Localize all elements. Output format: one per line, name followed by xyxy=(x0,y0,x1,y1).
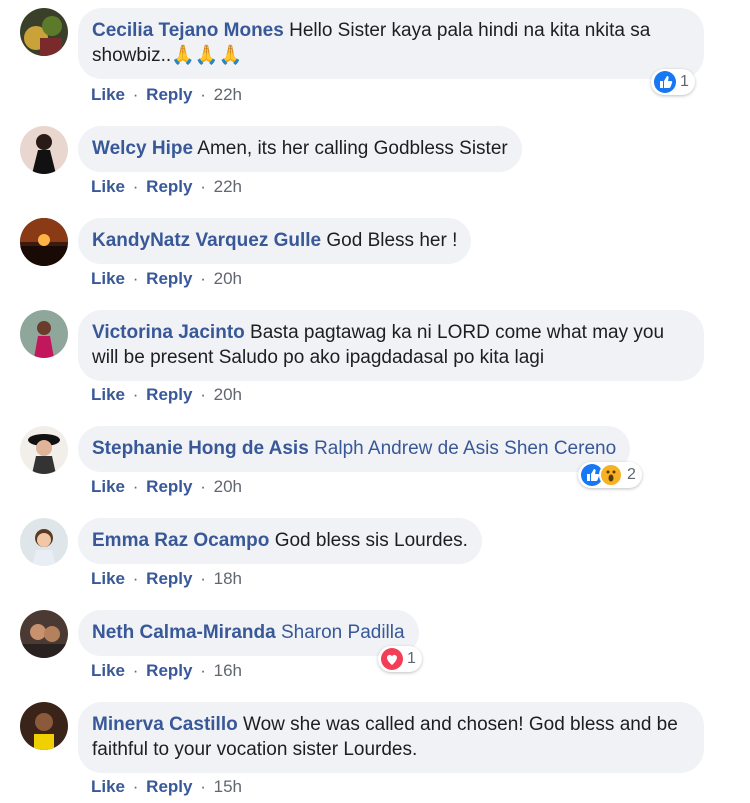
separator: · xyxy=(200,477,206,496)
like-link[interactable]: Like xyxy=(91,477,125,496)
comment-bubble: KandyNatz Varquez Gulle God Bless her ! xyxy=(78,218,472,264)
wow-icon xyxy=(599,463,623,487)
comment-author[interactable]: KandyNatz Varquez Gulle xyxy=(92,230,321,251)
comment-actions: Like · Reply · 20h xyxy=(91,269,242,289)
reply-link[interactable]: Reply xyxy=(146,477,192,496)
comment-author[interactable]: Cecilia Tejano Mones xyxy=(92,20,284,41)
reply-link[interactable]: Reply xyxy=(146,269,192,288)
separator: · xyxy=(200,661,206,680)
comment-bubble: Victorina Jacinto Basta pagtawag ka ni L… xyxy=(78,310,704,381)
comment-timestamp[interactable]: 22h xyxy=(214,85,242,104)
comment-author[interactable]: Minerva Castillo xyxy=(92,714,238,735)
reply-link[interactable]: Reply xyxy=(146,777,192,796)
comment-actions: Like · Reply · 18h xyxy=(91,569,242,589)
avatar[interactable] xyxy=(20,518,68,566)
comment-timestamp[interactable]: 15h xyxy=(214,777,242,796)
separator: · xyxy=(132,569,139,588)
separator: · xyxy=(132,177,139,196)
reaction-count: 2 xyxy=(627,466,636,483)
comment-author[interactable]: Stephanie Hong de Asis xyxy=(92,438,309,459)
comment-actions: Like · Reply · 15h xyxy=(91,777,242,797)
reaction-summary[interactable]: 1 xyxy=(378,646,422,672)
separator: · xyxy=(200,85,206,104)
tagged-user[interactable]: Ralph Andrew de Asis Shen Cereno xyxy=(314,438,616,459)
like-link[interactable]: Like xyxy=(91,569,125,588)
avatar[interactable] xyxy=(20,126,68,174)
comment-timestamp[interactable]: 20h xyxy=(214,385,242,404)
comment-bubble: Cecilia Tejano Mones Hello Sister kaya p… xyxy=(78,8,704,79)
tagged-user[interactable]: Sharon Padilla xyxy=(281,622,405,643)
like-link[interactable]: Like xyxy=(91,177,125,196)
comment-bubble: Neth Calma-Miranda Sharon Padilla xyxy=(78,610,419,656)
comment-author[interactable]: Victorina Jacinto xyxy=(92,322,245,343)
reaction-count: 1 xyxy=(407,650,416,667)
comment-bubble: Emma Raz Ocampo God bless sis Lourdes. xyxy=(78,518,482,564)
comment-timestamp[interactable]: 16h xyxy=(214,661,242,680)
like-link[interactable]: Like xyxy=(91,661,125,680)
avatar[interactable] xyxy=(20,8,68,56)
like-link[interactable]: Like xyxy=(91,777,125,796)
comment-text: Amen, its her calling Godbless Sister xyxy=(197,138,508,159)
separator: · xyxy=(132,477,139,496)
separator: · xyxy=(132,269,139,288)
separator: · xyxy=(200,569,206,588)
comment-actions: Like · Reply · 20h xyxy=(91,477,242,497)
like-icon xyxy=(654,71,676,93)
like-link[interactable]: Like xyxy=(91,85,125,104)
avatar[interactable] xyxy=(20,218,68,266)
separator: · xyxy=(200,177,206,196)
comment-actions: Like · Reply · 20h xyxy=(91,385,242,405)
comment-bubble: Stephanie Hong de Asis Ralph Andrew de A… xyxy=(78,426,631,472)
like-link[interactable]: Like xyxy=(91,269,125,288)
comment-actions: Like · Reply · 22h xyxy=(91,177,242,197)
reaction-summary[interactable]: 2 xyxy=(578,462,642,488)
avatar[interactable] xyxy=(20,702,68,750)
reaction-summary[interactable]: 1 xyxy=(651,69,695,95)
reply-link[interactable]: Reply xyxy=(146,85,192,104)
comment-actions: Like · Reply · 16h xyxy=(91,661,242,681)
separator: · xyxy=(200,385,206,404)
comment-author[interactable]: Welcy Hipe xyxy=(92,138,193,159)
comment-timestamp[interactable]: 22h xyxy=(214,177,242,196)
reply-link[interactable]: Reply xyxy=(146,385,192,404)
comment-text: God Bless her ! xyxy=(326,230,458,251)
avatar[interactable] xyxy=(20,610,68,658)
comment-bubble: Minerva Castillo Wow she was called and … xyxy=(78,702,704,773)
comment-text: God bless sis Lourdes. xyxy=(274,530,468,551)
avatar[interactable] xyxy=(20,426,68,474)
separator: · xyxy=(132,385,139,404)
comment-feed: Cecilia Tejano Mones Hello Sister kaya p… xyxy=(0,0,750,803)
reply-link[interactable]: Reply xyxy=(146,661,192,680)
comment-author[interactable]: Neth Calma-Miranda xyxy=(92,622,276,643)
reaction-count: 1 xyxy=(680,73,689,90)
separator: · xyxy=(132,85,139,104)
love-icon xyxy=(381,648,403,670)
reply-link[interactable]: Reply xyxy=(146,177,192,196)
comment-bubble: Welcy Hipe Amen, its her calling Godbles… xyxy=(78,126,522,172)
comment-timestamp[interactable]: 20h xyxy=(214,269,242,288)
reply-link[interactable]: Reply xyxy=(146,569,192,588)
avatar[interactable] xyxy=(20,310,68,358)
comment-actions: Like · Reply · 22h xyxy=(91,85,242,105)
comment-timestamp[interactable]: 20h xyxy=(214,477,242,496)
separator: · xyxy=(132,661,139,680)
like-link[interactable]: Like xyxy=(91,385,125,404)
separator: · xyxy=(200,777,206,796)
comment-timestamp[interactable]: 18h xyxy=(214,569,242,588)
separator: · xyxy=(200,269,206,288)
separator: · xyxy=(132,777,139,796)
comment-author[interactable]: Emma Raz Ocampo xyxy=(92,530,269,551)
